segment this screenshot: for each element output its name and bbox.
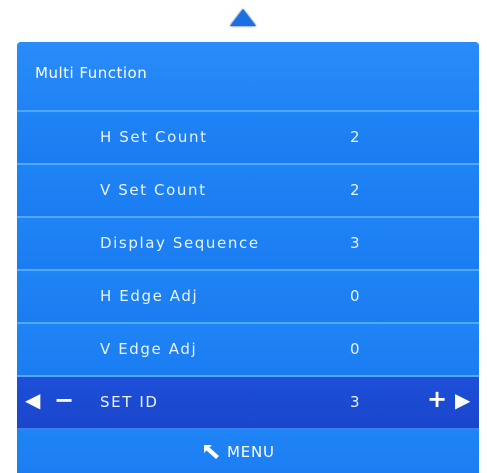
row-label: H Edge Adj: [100, 287, 199, 305]
row-value: 3: [350, 234, 361, 252]
menu-title: Multi Function: [35, 64, 148, 82]
osd-footer: MENU: [17, 430, 479, 472]
decrease-icon[interactable]: −: [54, 388, 74, 412]
row-value: 2: [350, 128, 361, 146]
up-arrow-icon[interactable]: [230, 9, 256, 26]
right-arrow-icon[interactable]: ▶: [455, 390, 470, 410]
menu-row-h-set-count[interactable]: H Set Count 2: [17, 112, 479, 165]
left-arrow-icon[interactable]: ◀: [25, 390, 40, 410]
row-label: V Set Count: [100, 181, 207, 199]
row-value: 0: [350, 287, 361, 305]
osd-header: Multi Function: [17, 42, 479, 112]
osd-menu-panel: Multi Function H Set Count 2 V Set Count…: [17, 42, 479, 473]
row-value: 2: [350, 181, 361, 199]
return-arrow-icon: [203, 444, 221, 460]
menu-row-display-sequence[interactable]: Display Sequence 3: [17, 218, 479, 271]
increase-icon[interactable]: +: [427, 387, 447, 411]
menu-row-v-edge-adj[interactable]: V Edge Adj 0: [17, 324, 479, 377]
row-label: Display Sequence: [100, 234, 260, 252]
menu-row-h-edge-adj[interactable]: H Edge Adj 0: [17, 271, 479, 324]
menu-button[interactable]: MENU: [203, 440, 275, 464]
row-value: 3: [350, 393, 361, 411]
menu-row-set-id[interactable]: ◀ − SET ID 3 + ▶: [17, 377, 479, 430]
row-label: SET ID: [100, 393, 159, 411]
menu-row-v-set-count[interactable]: V Set Count 2: [17, 165, 479, 218]
row-label: V Edge Adj: [100, 340, 198, 358]
row-label: H Set Count: [100, 128, 208, 146]
row-value: 0: [350, 340, 361, 358]
menu-label: MENU: [227, 443, 275, 461]
